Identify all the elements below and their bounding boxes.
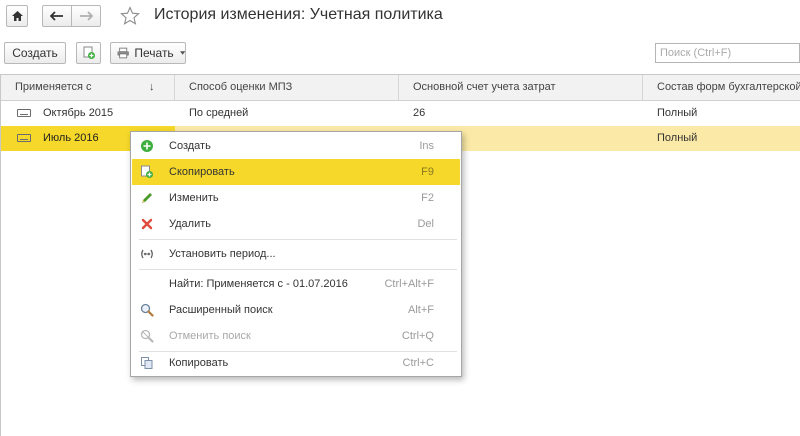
sort-arrow-icon: ↓	[149, 81, 155, 93]
cell-mpz-method: По средней	[189, 107, 249, 119]
column-header-report-forms[interactable]: Состав форм бухгалтерской	[643, 75, 800, 100]
home-button[interactable]	[6, 5, 28, 27]
menu-item-create[interactable]: Создать Ins	[132, 133, 460, 159]
create-button[interactable]: Создать	[4, 42, 66, 64]
magnifier-icon	[140, 303, 154, 317]
table-header: Применяется с ↓ Способ оценки МПЗ Основн…	[1, 75, 800, 101]
context-menu: Создать Ins Скопировать F9 Изменить F2 У…	[130, 131, 462, 377]
menu-item-find[interactable]: Найти: Применяется с - 01.07.2016 Ctrl+A…	[132, 271, 460, 297]
copy-add-icon	[83, 46, 95, 59]
copy-button[interactable]	[76, 42, 101, 64]
menu-item-copy-clipboard[interactable]: Копировать Ctrl+C	[132, 350, 460, 376]
create-button-label: Создать	[12, 46, 58, 60]
print-button-label: Печать	[134, 46, 174, 60]
forward-button[interactable]	[71, 5, 101, 27]
pencil-icon	[142, 193, 152, 203]
print-button[interactable]: Печать	[110, 42, 186, 64]
table-row[interactable]: Октябрь 2015 По средней 26 Полный	[1, 101, 800, 126]
copy-add-icon	[141, 165, 153, 178]
record-icon	[17, 109, 31, 117]
menu-item-delete[interactable]: Удалить Del	[132, 211, 460, 237]
cell-cost-account: 26	[413, 107, 426, 119]
menu-item-set-period[interactable]: Установить период...	[132, 241, 460, 267]
menu-item-copy-record[interactable]: Скопировать F9	[132, 159, 460, 185]
period-icon	[141, 249, 153, 259]
cell-report-forms: Полный	[657, 132, 698, 144]
menu-separator	[139, 239, 457, 240]
dropdown-arrow-icon	[179, 51, 185, 55]
arrow-right-icon	[80, 11, 93, 21]
menu-item-edit[interactable]: Изменить F2	[132, 185, 460, 211]
menu-item-cancel-search[interactable]: Отменить поиск Ctrl+Q	[132, 323, 460, 349]
copy-icon	[141, 357, 153, 369]
cell-report-forms: Полный	[657, 107, 698, 119]
favorite-button[interactable]	[120, 6, 140, 26]
arrow-left-icon	[50, 11, 63, 21]
home-icon	[11, 11, 23, 21]
column-header-mpz-method[interactable]: Способ оценки МПЗ	[175, 75, 399, 100]
menu-separator	[139, 269, 457, 270]
menu-item-advanced-search[interactable]: Расширенный поиск Alt+F	[132, 297, 460, 323]
column-header-period[interactable]: Применяется с ↓	[1, 75, 175, 100]
plus-circle-icon	[141, 140, 153, 152]
cell-period: Октябрь 2015	[43, 107, 114, 119]
record-icon	[17, 134, 31, 142]
delete-x-icon	[141, 218, 153, 230]
page-title: История изменения: Учетная политика	[154, 6, 443, 23]
cancel-search-icon	[140, 329, 154, 343]
star-icon	[120, 6, 140, 25]
printer-icon	[117, 47, 129, 59]
search-input[interactable]	[655, 43, 800, 63]
back-button[interactable]	[42, 5, 72, 27]
column-header-cost-account[interactable]: Основной счет учета затрат	[399, 75, 643, 100]
